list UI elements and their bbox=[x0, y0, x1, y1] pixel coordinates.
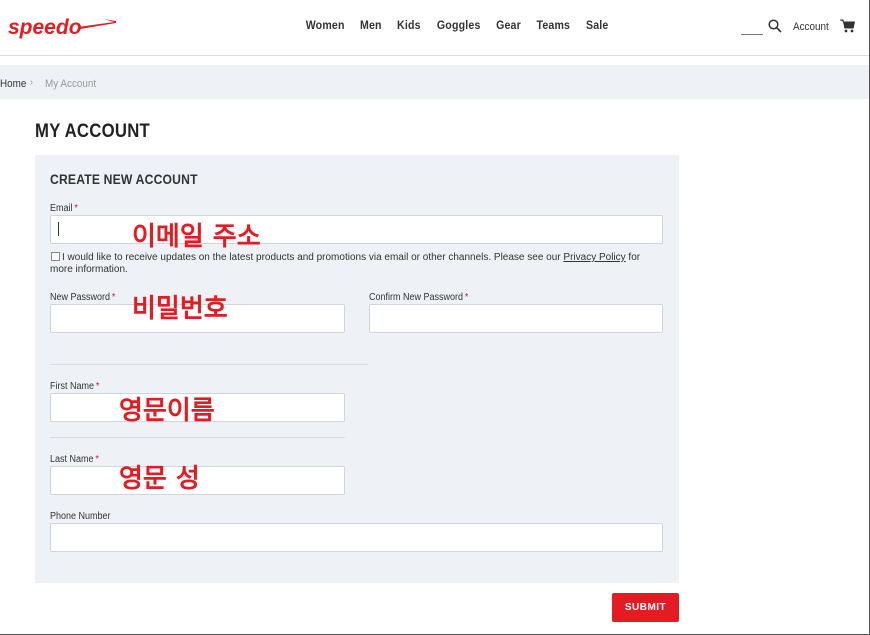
annotation-last-name: 영문 성 bbox=[119, 464, 200, 494]
nav-women[interactable]: Women bbox=[306, 20, 345, 32]
site-header: speedo Women Men Kids Goggles Gear Teams… bbox=[0, 0, 869, 56]
confirm-password-field[interactable] bbox=[369, 304, 663, 333]
logo-text: speedo bbox=[8, 16, 82, 39]
first-name-label: First Name * bbox=[50, 381, 100, 392]
nav-kids[interactable]: Kids bbox=[397, 20, 421, 32]
annotation-email: 이메일 주소 bbox=[132, 222, 261, 252]
text-caret bbox=[58, 222, 59, 236]
phone-label: Phone Number bbox=[50, 511, 111, 522]
phone-field[interactable] bbox=[50, 523, 663, 552]
breadcrumb: Home › My Account bbox=[0, 65, 869, 99]
speedo-logo[interactable]: speedo bbox=[8, 13, 118, 41]
page-title: MY ACCOUNT bbox=[35, 121, 151, 142]
consent-text: I would like to receive updates on the l… bbox=[50, 252, 641, 275]
annotation-password: 비밀번호 bbox=[132, 294, 228, 324]
logo-boomerang bbox=[78, 19, 116, 29]
field-divider bbox=[50, 437, 345, 438]
breadcrumb-home[interactable]: Home bbox=[0, 78, 26, 90]
breadcrumb-separator: › bbox=[30, 77, 34, 88]
nav-goggles[interactable]: Goggles bbox=[437, 20, 481, 32]
new-password-label: New Password * bbox=[50, 292, 116, 303]
annotation-first-name: 영문이름 bbox=[119, 396, 215, 426]
nav-men[interactable]: Men bbox=[360, 20, 382, 32]
submit-button[interactable]: SUBMIT bbox=[612, 593, 679, 622]
last-name-label: Last Name * bbox=[50, 454, 99, 465]
nav-sale[interactable]: Sale bbox=[586, 20, 609, 32]
search-icon[interactable] bbox=[768, 19, 782, 33]
breadcrumb-current: My Account bbox=[45, 78, 97, 90]
cart-icon[interactable] bbox=[840, 19, 855, 33]
privacy-policy-link[interactable]: Privacy Policy bbox=[563, 252, 625, 263]
section-title: CREATE NEW ACCOUNT bbox=[50, 172, 198, 187]
confirm-password-label: Confirm New Password * bbox=[369, 292, 469, 303]
email-label: Email * bbox=[50, 203, 78, 214]
account-link[interactable]: Account bbox=[793, 21, 829, 33]
search-input[interactable] bbox=[741, 34, 763, 35]
nav-teams[interactable]: Teams bbox=[537, 20, 571, 32]
main-nav: Women Men Kids Goggles Gear Teams Sale bbox=[304, 20, 609, 32]
section-divider bbox=[50, 364, 368, 365]
nav-gear[interactable]: Gear bbox=[496, 20, 521, 32]
